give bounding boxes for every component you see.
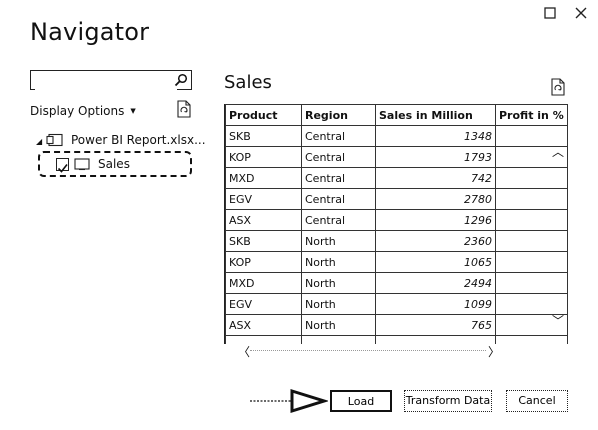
table-cell[interactable] (495, 188, 568, 210)
sales-checkbox[interactable] (56, 158, 69, 173)
table-cell[interactable]: 2494 (375, 272, 496, 294)
refresh-icon[interactable] (550, 78, 566, 96)
table-cell[interactable]: MXD (225, 272, 302, 294)
preview-title: Sales (224, 72, 272, 93)
table-cell[interactable]: Central (301, 188, 376, 210)
table-header-row: Product Region Sales in Million Profit i… (225, 104, 568, 126)
table-cell[interactable]: 2780 (375, 188, 496, 210)
table-row: SKB North 2360 (225, 230, 568, 252)
table-cell[interactable] (225, 335, 302, 344)
table-cell[interactable] (495, 167, 568, 189)
table-cell[interactable]: 1296 (375, 209, 496, 231)
display-options-dropdown[interactable]: Display Options ▼ (30, 104, 136, 118)
close-icon[interactable] (572, 4, 590, 22)
table-cell[interactable]: SKB (225, 125, 302, 147)
table-cell[interactable] (495, 335, 568, 344)
table-cell[interactable]: Central (301, 209, 376, 231)
table-cell[interactable]: North (301, 251, 376, 273)
table-cell[interactable]: MXD (225, 167, 302, 189)
table-row: KOP North 1065 (225, 251, 568, 273)
window-title: Navigator (30, 18, 150, 46)
column-header[interactable]: Product (225, 104, 302, 126)
caret-down-icon: ▼ (130, 107, 136, 115)
search-input[interactable] (35, 74, 177, 92)
cancel-button[interactable]: Cancel (506, 390, 568, 412)
pointer-arrow-icon (250, 388, 328, 414)
table-cell[interactable]: Central (301, 125, 376, 147)
table-cell[interactable]: North (301, 314, 376, 336)
search-icon[interactable] (174, 73, 188, 87)
column-header[interactable]: Sales in Million (375, 104, 496, 126)
display-options-label: Display Options (30, 104, 125, 118)
table-row: EGV Central 2780 (225, 188, 568, 210)
check-icon (57, 164, 68, 173)
table-cell[interactable]: SKB (225, 230, 302, 252)
table-cell[interactable] (495, 230, 568, 252)
excel-file-icon (46, 133, 63, 147)
table-cell[interactable]: EGV (225, 188, 302, 210)
table-cell[interactable] (495, 209, 568, 231)
table-cell[interactable] (495, 272, 568, 294)
table-cell[interactable]: ASX (225, 209, 302, 231)
tree-item-sales[interactable]: Sales (38, 151, 192, 177)
scroll-up-icon[interactable]: ︿ (552, 143, 564, 160)
table-cell[interactable]: North (301, 272, 376, 294)
table-cell[interactable]: 2360 (375, 230, 496, 252)
tree-file-label[interactable]: Power BI Report.xlsx... (71, 133, 206, 147)
table-icon (74, 158, 90, 171)
table-row: ASX North 765 (225, 314, 568, 336)
horizontal-scrollbar[interactable] (250, 350, 486, 352)
table-row: MXD Central 742 (225, 167, 568, 189)
table-cell[interactable]: Central (301, 146, 376, 168)
table-cell[interactable] (301, 335, 376, 344)
table-cell[interactable]: ASX (225, 314, 302, 336)
table-cell[interactable]: 1065 (375, 251, 496, 273)
transform-data-button[interactable]: Transform Data (404, 390, 492, 412)
search-box[interactable] (30, 70, 192, 92)
tree-expand-icon[interactable]: ◢ (36, 137, 42, 146)
preview-table[interactable]: Product Region Sales in Million Profit i… (224, 104, 569, 344)
scroll-left-icon[interactable]: 〈 (238, 343, 250, 360)
load-button[interactable]: Load (330, 390, 392, 412)
table-cell[interactable]: KOP (225, 146, 302, 168)
scroll-down-icon[interactable]: ﹀ (552, 312, 564, 329)
table-cell[interactable]: 1099 (375, 293, 496, 315)
refresh-icon[interactable] (176, 100, 192, 118)
table-cell[interactable]: 765 (375, 314, 496, 336)
column-header[interactable]: Profit in % (495, 104, 568, 126)
maximize-icon[interactable] (541, 4, 559, 22)
table-row (225, 335, 568, 344)
table-row: EGV North 1099 (225, 293, 568, 315)
table-cell[interactable]: North (301, 293, 376, 315)
table-row: KOP Central 1793 (225, 146, 568, 168)
table-cell[interactable] (495, 251, 568, 273)
scroll-right-icon[interactable]: 〉 (488, 343, 500, 360)
table-row: SKB Central 1348 (225, 125, 568, 147)
tree-item-label: Sales (98, 157, 130, 171)
table-cell[interactable]: 742 (375, 167, 496, 189)
table-cell[interactable]: 1793 (375, 146, 496, 168)
table-cell[interactable]: EGV (225, 293, 302, 315)
table-cell[interactable]: 1348 (375, 125, 496, 147)
table-row: MXD North 2494 (225, 272, 568, 294)
column-header[interactable]: Region (301, 104, 376, 126)
table-row: ASX Central 1296 (225, 209, 568, 231)
table-cell[interactable]: KOP (225, 251, 302, 273)
table-cell[interactable]: North (301, 230, 376, 252)
table-cell[interactable]: Central (301, 167, 376, 189)
table-cell[interactable] (375, 335, 496, 344)
